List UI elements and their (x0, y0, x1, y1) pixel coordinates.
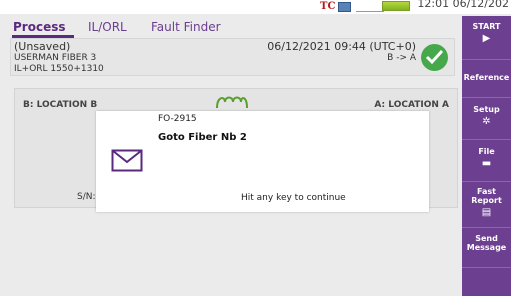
folder-icon: ▬ (481, 158, 492, 169)
fiber-name: USERMAN FIBER 3 (14, 53, 97, 63)
start-button[interactable]: START ▶ (462, 16, 511, 60)
fast-report-label: Fast Report (471, 187, 502, 205)
setup-label: Setup (473, 105, 500, 114)
dialog-message: Goto Fiber Nb 2 (158, 132, 247, 143)
tab-fault-finder[interactable]: Fault Finder (151, 20, 221, 34)
app-root: TC 12:01 06/12/202 Process IL/ORL Fault … (0, 0, 511, 296)
location-a-label: A: LOCATION A (374, 100, 449, 110)
gear-icon: ✲ (482, 116, 491, 127)
serial-number-label: S/N: (77, 192, 96, 202)
measurement-info-panel: (Unsaved) USERMAN FIBER 3 IL+ORL 1550+13… (10, 38, 455, 76)
dialog-hint: Hit any key to continue (241, 193, 346, 203)
reference-label: Reference (463, 73, 510, 82)
measurement-direction: B -> A (387, 53, 416, 63)
dialog-code: FO-2915 (158, 114, 197, 124)
measurement-datetime: 06/12/2021 09:44 (UTC+0) (267, 40, 416, 53)
fast-report-button[interactable]: Fast Report ▤ (462, 182, 511, 228)
measurement-type: IL+ORL 1550+1310 (14, 64, 104, 74)
tab-il-orl[interactable]: IL/ORL (88, 20, 127, 34)
location-b-label: B: LOCATION B (23, 100, 98, 110)
reference-button[interactable]: Reference (462, 60, 511, 98)
status-bar: TC 12:01 06/12/202 (0, 0, 511, 14)
report-icon: ▤ (481, 207, 492, 218)
tab-process[interactable]: Process (13, 20, 66, 34)
play-icon: ▶ (482, 33, 491, 44)
setup-button[interactable]: Setup ✲ (462, 98, 511, 140)
status-time: 12:01 06/12/202 (417, 0, 509, 10)
battery-icon (382, 1, 410, 11)
save-state: (Unsaved) (14, 40, 71, 53)
cable-icon (356, 1, 384, 12)
tab-bar: Process IL/ORL Fault Finder (0, 16, 462, 38)
envelope-icon (111, 149, 143, 176)
network-grid-icon (338, 2, 351, 12)
message-dialog[interactable]: FO-2915 Goto Fiber Nb 2 Hit any key to c… (96, 111, 429, 212)
start-label: START (472, 22, 501, 31)
file-label: File (478, 147, 495, 156)
check-icon (421, 44, 448, 71)
file-button[interactable]: File ▬ (462, 140, 511, 182)
tc-logo-icon: TC (320, 1, 336, 12)
send-message-button[interactable]: Send Message (462, 228, 511, 268)
right-sidebar: START ▶ Reference Setup ✲ File ▬ Fast Re… (462, 16, 511, 296)
send-message-label: Send Message (466, 234, 507, 252)
